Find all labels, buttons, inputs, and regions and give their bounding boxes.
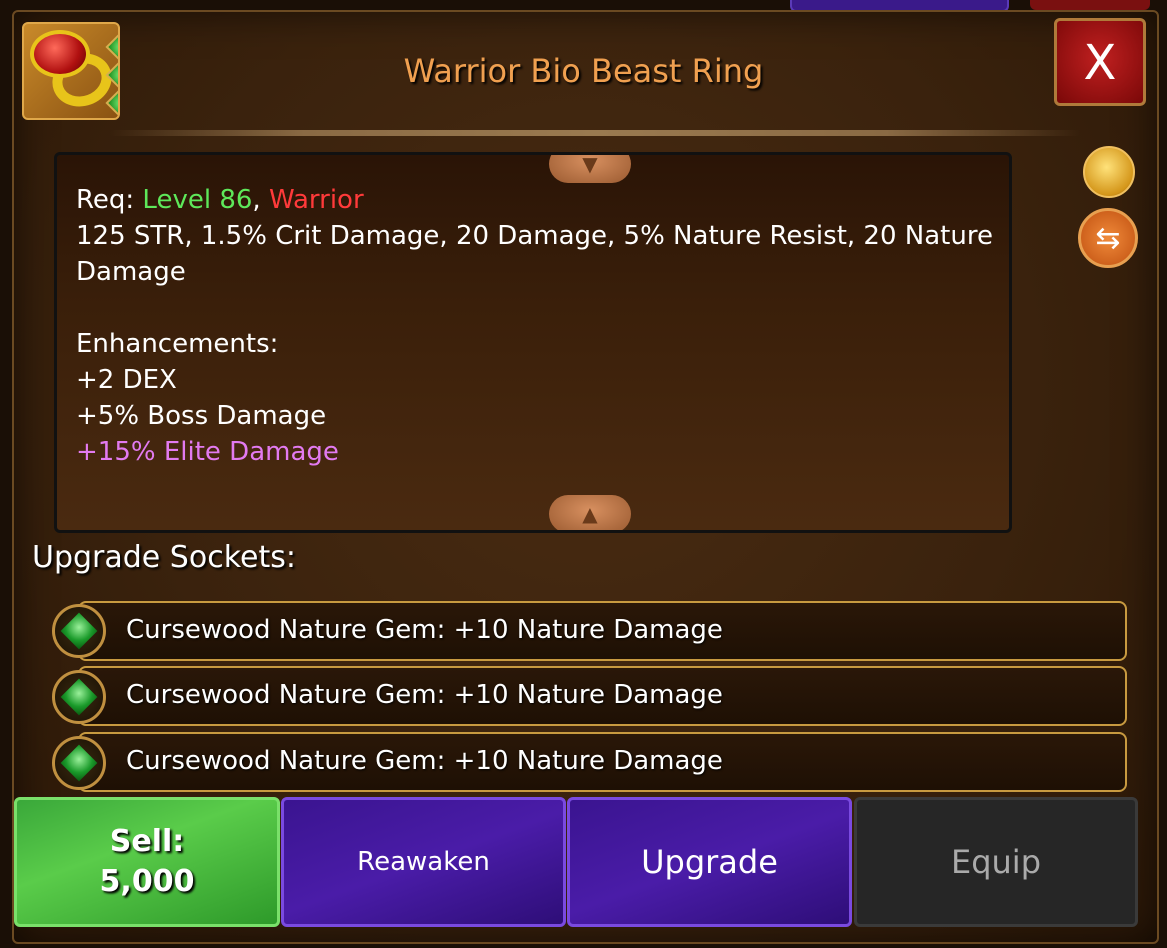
nature-gem-icon xyxy=(52,604,106,658)
socket-gem-icon xyxy=(105,87,118,118)
sockets-title: Upgrade Sockets: xyxy=(32,540,296,575)
close-button[interactable]: X xyxy=(1054,18,1146,106)
description-text: Req: Level 86, Warrior 125 STR, 1.5% Cri… xyxy=(76,182,996,470)
gold-bag-icon[interactable] xyxy=(1083,146,1135,198)
socket-label: Cursewood Nature Gem: +10 Nature Damage xyxy=(126,746,723,776)
req-separator: , xyxy=(252,185,269,215)
sell-label: Sell: xyxy=(109,824,185,859)
item-title: Warrior Bio Beast Ring xyxy=(403,52,764,90)
sell-button[interactable]: Sell: 5,000 xyxy=(14,797,280,927)
req-level: Level 86 xyxy=(142,185,253,215)
scroll-down-button[interactable]: ▼ xyxy=(549,155,631,183)
title-divider xyxy=(110,130,1080,136)
upgrade-button[interactable]: Upgrade xyxy=(567,797,852,927)
requirement-line: Req: Level 86, Warrior xyxy=(76,182,996,218)
req-label: Req: xyxy=(76,185,143,215)
socket-label: Cursewood Nature Gem: +10 Nature Damage xyxy=(126,615,723,645)
equip-button[interactable]: Equip xyxy=(854,797,1138,927)
nature-gem-icon xyxy=(52,670,106,724)
nature-gem-icon xyxy=(52,736,106,790)
enhancement-item: +2 DEX xyxy=(76,365,177,395)
scroll-up-button[interactable]: ▲ xyxy=(549,495,631,530)
req-class: Warrior xyxy=(268,185,364,215)
socket-label: Cursewood Nature Gem: +10 Nature Damage xyxy=(126,680,723,710)
swap-icon[interactable]: ⇆ xyxy=(1078,208,1138,268)
enhancement-item: +15% Elite Damage xyxy=(76,437,339,467)
sell-price: 5,000 xyxy=(99,864,195,899)
enhancements-heading: Enhancements: xyxy=(76,329,279,359)
enhancement-item: +5% Boss Damage xyxy=(76,401,327,431)
top-tab-red xyxy=(1030,0,1150,10)
reawaken-button[interactable]: Reawaken xyxy=(281,797,566,927)
stats-line: 125 STR, 1.5% Crit Damage, 20 Damage, 5%… xyxy=(76,221,993,287)
